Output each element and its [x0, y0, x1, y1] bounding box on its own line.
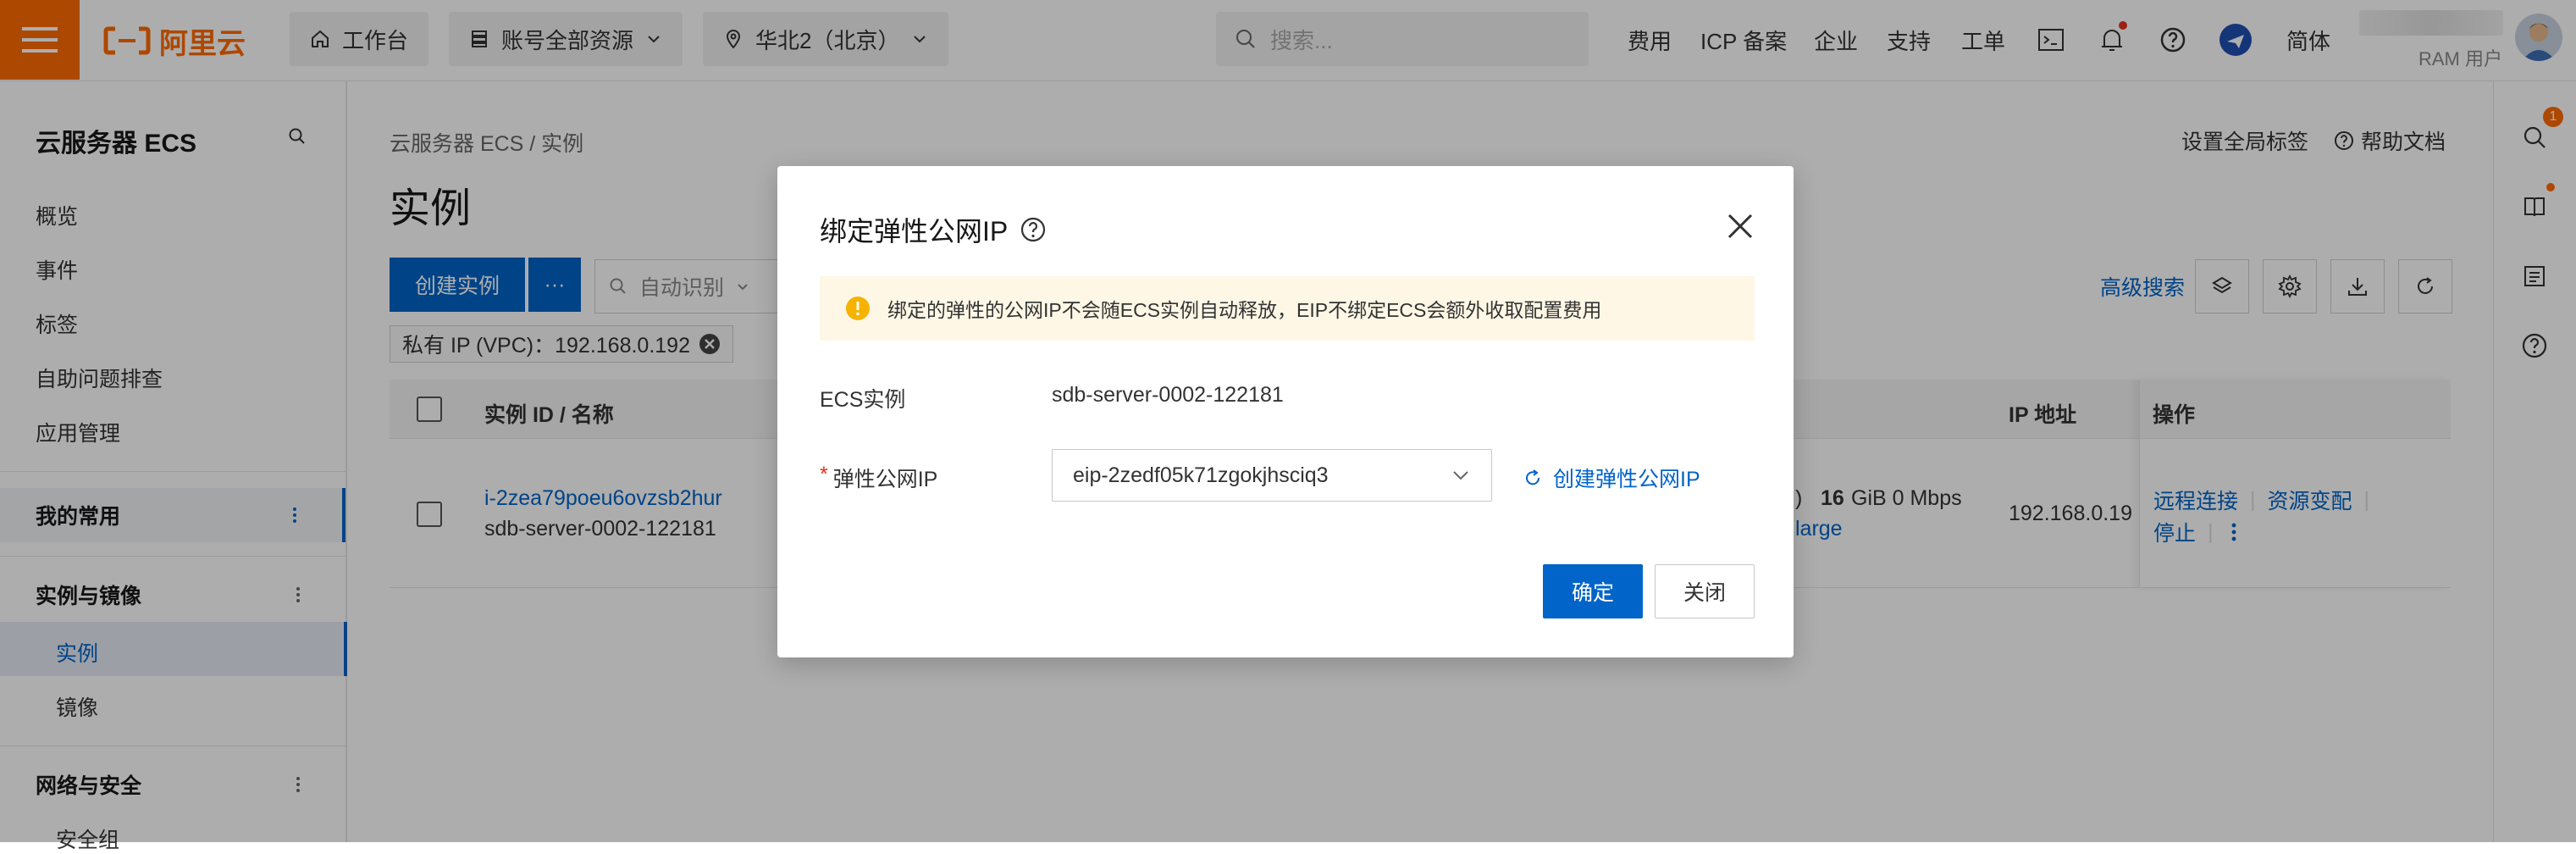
chevron-down-icon — [1453, 471, 1468, 480]
create-eip-link[interactable]: 创建弹性公网IP — [1523, 463, 1700, 493]
ecs-instance-label: ECS实例 — [820, 388, 906, 412]
eip-select[interactable]: eip-2zedf05k71zgokjhsciq3 — [1052, 449, 1492, 502]
ecs-instance-value: sdb-server-0002-122181 — [1052, 383, 1284, 407]
warning-alert: 绑定的弹性的公网IP不会随ECS实例自动释放，EIP不绑定ECS会额外收取配置费… — [820, 276, 1755, 341]
help-icon[interactable] — [1020, 216, 1047, 243]
create-eip-label: 创建弹性公网IP — [1553, 468, 1700, 491]
bind-eip-dialog: 绑定弹性公网IP 绑定的弹性的公网IP不会随ECS实例自动释放，EIP不绑定EC… — [777, 166, 1794, 657]
refresh-icon[interactable] — [1523, 468, 1543, 488]
dialog-title: 绑定弹性公网IP — [820, 210, 1047, 249]
eip-label: * 弹性公网IP — [820, 463, 937, 493]
warning-icon — [846, 297, 870, 320]
dialog-title-text: 绑定弹性公网IP — [820, 216, 1009, 247]
close-icon[interactable] — [1726, 212, 1755, 241]
warning-text: 绑定的弹性的公网IP不会随ECS实例自动释放，EIP不绑定ECS会额外收取配置费… — [887, 299, 1602, 321]
close-button[interactable]: 关闭 — [1655, 564, 1755, 618]
eip-label-text: 弹性公网IP — [832, 468, 938, 491]
required-mark: * — [820, 463, 828, 486]
eip-selected-value: eip-2zedf05k71zgokjhsciq3 — [1073, 463, 1329, 487]
confirm-button[interactable]: 确定 — [1543, 564, 1643, 618]
